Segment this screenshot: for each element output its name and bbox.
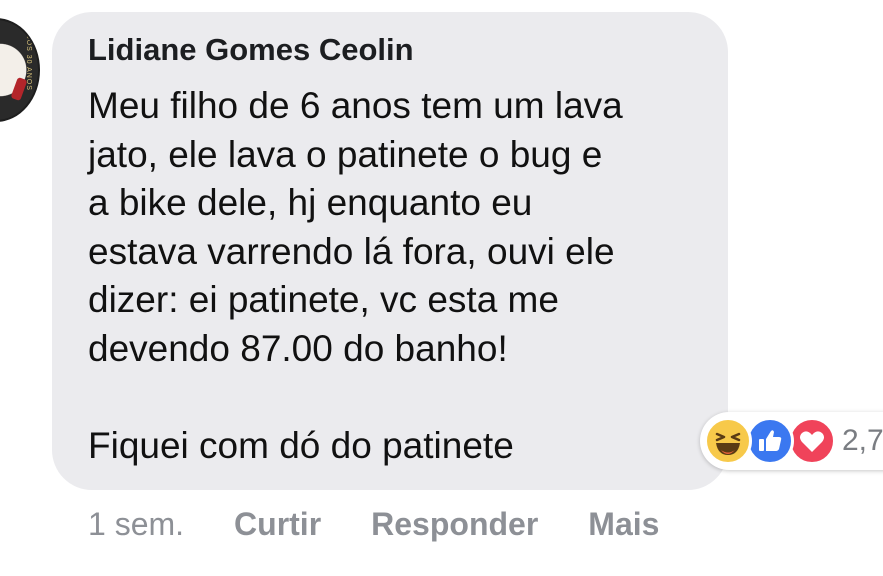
haha-icon — [704, 417, 752, 465]
avatar[interactable]: SOS 30 ANOS — [0, 18, 40, 122]
comment-author[interactable]: Lidiane Gomes Ceolin — [88, 32, 414, 68]
reactions-summary[interactable]: 2,7 — [700, 412, 883, 470]
more-button[interactable]: Mais — [588, 506, 659, 543]
comment-text: Meu filho de 6 anos tem um lava jato, el… — [88, 85, 623, 466]
comment-timestamp[interactable]: 1 sem. — [88, 506, 184, 543]
love-icon — [788, 417, 836, 465]
reply-button[interactable]: Responder — [371, 506, 538, 543]
comment-actions: 1 sem. Curtir Responder Mais — [88, 504, 659, 544]
like-button[interactable]: Curtir — [234, 506, 321, 543]
reaction-count: 2,7 — [842, 424, 883, 457]
comment-screen: SOS 30 ANOS Lidiane Gomes Ceolin Meu fil… — [0, 0, 883, 576]
like-icon — [746, 417, 794, 465]
